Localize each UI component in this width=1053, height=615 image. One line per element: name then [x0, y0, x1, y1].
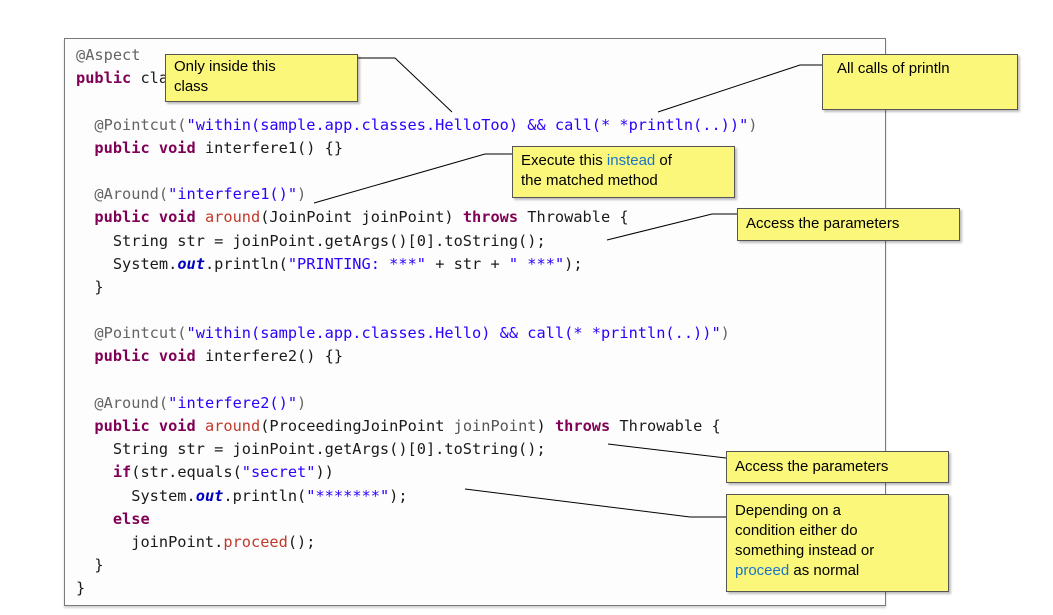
leader-all-println [657, 64, 822, 113]
note-params2: Access the parameters [726, 451, 949, 483]
note-within-class-line2: class [174, 78, 209, 95]
leader-condition [464, 488, 726, 518]
note-params2-text: Access the parameters [735, 458, 889, 475]
note-condition-highlight: proceed [735, 562, 790, 579]
note-condition-line2: condition either do [735, 522, 858, 539]
leader-params1 [606, 213, 737, 241]
note-instead-post: of [655, 152, 672, 169]
note-condition-line3: something instead or [735, 542, 875, 559]
note-condition: Depending on a condition either do somet… [726, 494, 949, 592]
note-all-println: All calls of println [822, 54, 1018, 110]
leader-within-class [358, 57, 453, 113]
note-all-println-text: All calls of println [837, 60, 950, 77]
leader-instead [313, 153, 512, 204]
leader-params2 [607, 443, 727, 459]
note-instead-line1: Execute this instead of [521, 151, 726, 171]
note-condition-line1: Depending on a [735, 502, 841, 519]
note-instead-pre: Execute this [521, 152, 607, 169]
note-within-class-line1: Only inside this [174, 58, 276, 75]
note-params1: Access the parameters [737, 208, 960, 241]
note-condition-line4: proceed as normal [735, 561, 940, 581]
note-condition-post: as normal [789, 562, 860, 579]
note-instead-line2: the matched method [521, 172, 658, 189]
note-params1-text: Access the parameters [746, 215, 900, 232]
note-instead-highlight: instead [606, 152, 656, 169]
note-instead: Execute this instead of the matched meth… [512, 146, 735, 198]
note-within-class: Only inside this class [165, 54, 358, 102]
